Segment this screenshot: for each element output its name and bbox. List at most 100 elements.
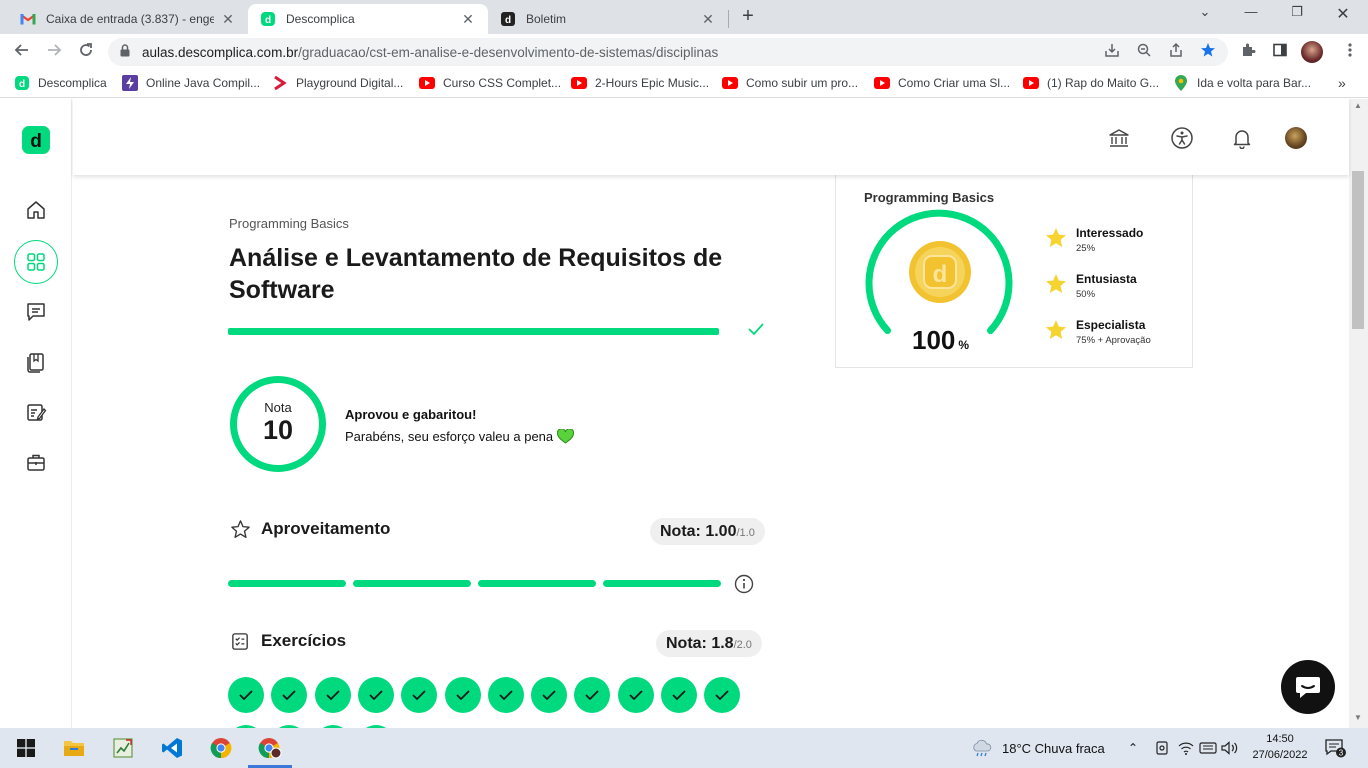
side-panel-icon[interactable] — [1270, 42, 1290, 62]
exercise-complete-dot[interactable] — [357, 677, 394, 713]
course-subject: Programming Basics — [229, 216, 349, 231]
address-bar[interactable]: aulas.descomplica.com.br/graduacao/cst-e… — [108, 38, 1228, 66]
notification-center-icon[interactable]: 3 — [1324, 738, 1346, 758]
chat-support-button[interactable] — [1281, 660, 1335, 714]
descomplica-logo-icon[interactable]: d — [22, 126, 50, 154]
page-scrollbar[interactable]: ▲ ▼ — [1349, 99, 1368, 728]
bookmark-label: Curso CSS Complet... — [443, 76, 562, 90]
share-icon[interactable] — [1166, 42, 1186, 62]
reload-icon — [80, 43, 92, 56]
url-path: /graduacao/cst-em-analise-e-desenvolvime… — [298, 44, 719, 60]
bookmark-item[interactable]: 2-Hours Epic Music... — [571, 75, 709, 91]
editor-app-icon[interactable] — [111, 736, 135, 760]
close-window-button[interactable]: ✕ — [1328, 4, 1358, 24]
more-bookmarks-icon[interactable]: » — [1338, 75, 1346, 91]
user-avatar[interactable] — [1285, 127, 1307, 149]
profile-avatar[interactable] — [1301, 41, 1323, 63]
browser-tab-strip: Caixa de entrada (3.837) - engenh ✕ d De… — [0, 0, 1368, 34]
close-tab-icon[interactable]: ✕ — [220, 11, 236, 28]
reload-button[interactable] — [76, 42, 96, 62]
aproveitamento-header: Aproveitamento — [229, 518, 390, 540]
restore-button[interactable]: ❐ — [1282, 4, 1312, 20]
scrollbar-thumb[interactable] — [1352, 171, 1364, 329]
scroll-up-icon[interactable]: ▲ — [1354, 101, 1362, 110]
minimize-button[interactable]: — — [1236, 4, 1266, 19]
volume-icon[interactable] — [1218, 736, 1242, 760]
sidebar-item-library[interactable] — [14, 340, 58, 384]
accessibility-icon[interactable] — [1170, 126, 1194, 150]
windows-start-icon[interactable] — [14, 736, 38, 760]
info-icon[interactable] — [734, 574, 754, 594]
bookmark-star-icon[interactable] — [1198, 42, 1218, 62]
sidebar-item-home[interactable] — [14, 188, 58, 232]
medal-name: Entusiasta — [1076, 272, 1137, 286]
chevron-up-icon[interactable]: ⌃ — [1128, 741, 1138, 755]
bell-icon[interactable] — [1230, 126, 1254, 150]
chrome-icon[interactable] — [209, 736, 233, 760]
exercise-complete-dot[interactable] — [444, 677, 481, 713]
sidebar-item-career[interactable] — [14, 440, 58, 484]
file-explorer-icon[interactable] — [62, 736, 86, 760]
exercise-complete-dot[interactable] — [661, 677, 697, 713]
bookmark-item[interactable]: Ida e volta para Bar... — [1173, 75, 1311, 91]
exercise-complete-dot[interactable] — [228, 677, 264, 713]
tab-descomplica[interactable]: d Descomplica ✕ — [248, 4, 488, 34]
new-tab-button[interactable]: + — [738, 6, 758, 26]
zoom-icon[interactable] — [1134, 42, 1154, 62]
menu-dots-icon[interactable] — [1340, 42, 1360, 62]
exercise-complete-dot[interactable] — [617, 677, 654, 713]
page-title: Análise e Levantamento de Requisitos de … — [229, 244, 723, 304]
check-icon — [282, 690, 296, 701]
bookmark-label: Como Criar uma Sl... — [898, 76, 1011, 90]
sidebar-item-forum[interactable] — [14, 290, 58, 334]
exercise-complete-dot[interactable] — [704, 677, 741, 713]
bookmark-item[interactable]: Como Criar uma Sl... — [874, 75, 1010, 91]
bookmark-label: Ida e volta para Bar... — [1197, 76, 1312, 90]
wifi-icon[interactable] — [1174, 736, 1198, 760]
weather-icon[interactable] — [970, 736, 994, 760]
bookmark-item[interactable]: Como subir um pro... — [722, 75, 858, 91]
bookmark-label: (1) Rap do Maito G... — [1047, 76, 1160, 90]
exercise-complete-dot[interactable] — [401, 677, 438, 713]
chrome-profile-icon[interactable] — [258, 736, 282, 760]
bookmarks-bar: d Descomplica Online Java Compil... Play… — [0, 70, 1368, 98]
exercise-complete-dot[interactable] — [531, 677, 568, 713]
sidebar: d — [0, 99, 72, 728]
extensions-icon[interactable] — [1238, 42, 1258, 62]
exercise-complete-dot[interactable] — [271, 677, 308, 713]
exercise-complete-dot[interactable] — [487, 677, 524, 713]
bookmark-item[interactable]: (1) Rap do Maito G... — [1023, 75, 1159, 91]
bookmark-item[interactable]: d Descomplica — [14, 75, 107, 91]
chevron-down-icon[interactable]: ⌄ — [1190, 4, 1220, 20]
close-tab-icon[interactable]: ✕ — [460, 11, 476, 28]
device-icon[interactable] — [1150, 736, 1174, 760]
institution-icon[interactable] — [1107, 126, 1131, 150]
bookmark-item[interactable]: Curso CSS Complet... — [419, 75, 561, 91]
exercicios-header: Exercícios — [229, 630, 346, 652]
check-icon — [748, 323, 764, 336]
exercise-complete-dot[interactable] — [574, 677, 611, 713]
bookmark-item[interactable]: Online Java Compil... — [122, 75, 260, 91]
keyboard-icon[interactable] — [1196, 736, 1220, 760]
section-title: Exercícios — [261, 631, 347, 650]
grade-circle: Nota 10 — [230, 376, 326, 472]
check-icon — [672, 690, 686, 701]
lock-icon — [120, 44, 134, 60]
scroll-down-icon[interactable]: ▼ — [1354, 713, 1362, 722]
sidebar-item-disciplinas[interactable] — [14, 240, 58, 284]
install-app-icon[interactable] — [1102, 42, 1122, 62]
aproveitamento-segment — [228, 580, 346, 587]
weather-text[interactable]: 18°C Chuva fraca — [1002, 741, 1105, 756]
system-clock[interactable]: 14:50 27/06/2022 — [1252, 731, 1308, 763]
tab-boletim[interactable]: d Boletim ✕ — [488, 4, 728, 34]
green-heart-icon — [557, 429, 575, 444]
exercise-complete-dot[interactable] — [314, 677, 351, 713]
bookmark-item[interactable]: Playground Digital... — [272, 75, 403, 91]
tab-gmail[interactable]: Caixa de entrada (3.837) - engenh ✕ — [8, 4, 248, 34]
close-tab-icon[interactable]: ✕ — [700, 11, 716, 28]
bookmark-label: Playground Digital... — [296, 76, 404, 90]
back-button[interactable] — [12, 42, 32, 62]
sidebar-item-assessments[interactable] — [14, 390, 58, 434]
forward-button[interactable] — [44, 42, 64, 62]
vscode-icon[interactable] — [160, 736, 184, 760]
